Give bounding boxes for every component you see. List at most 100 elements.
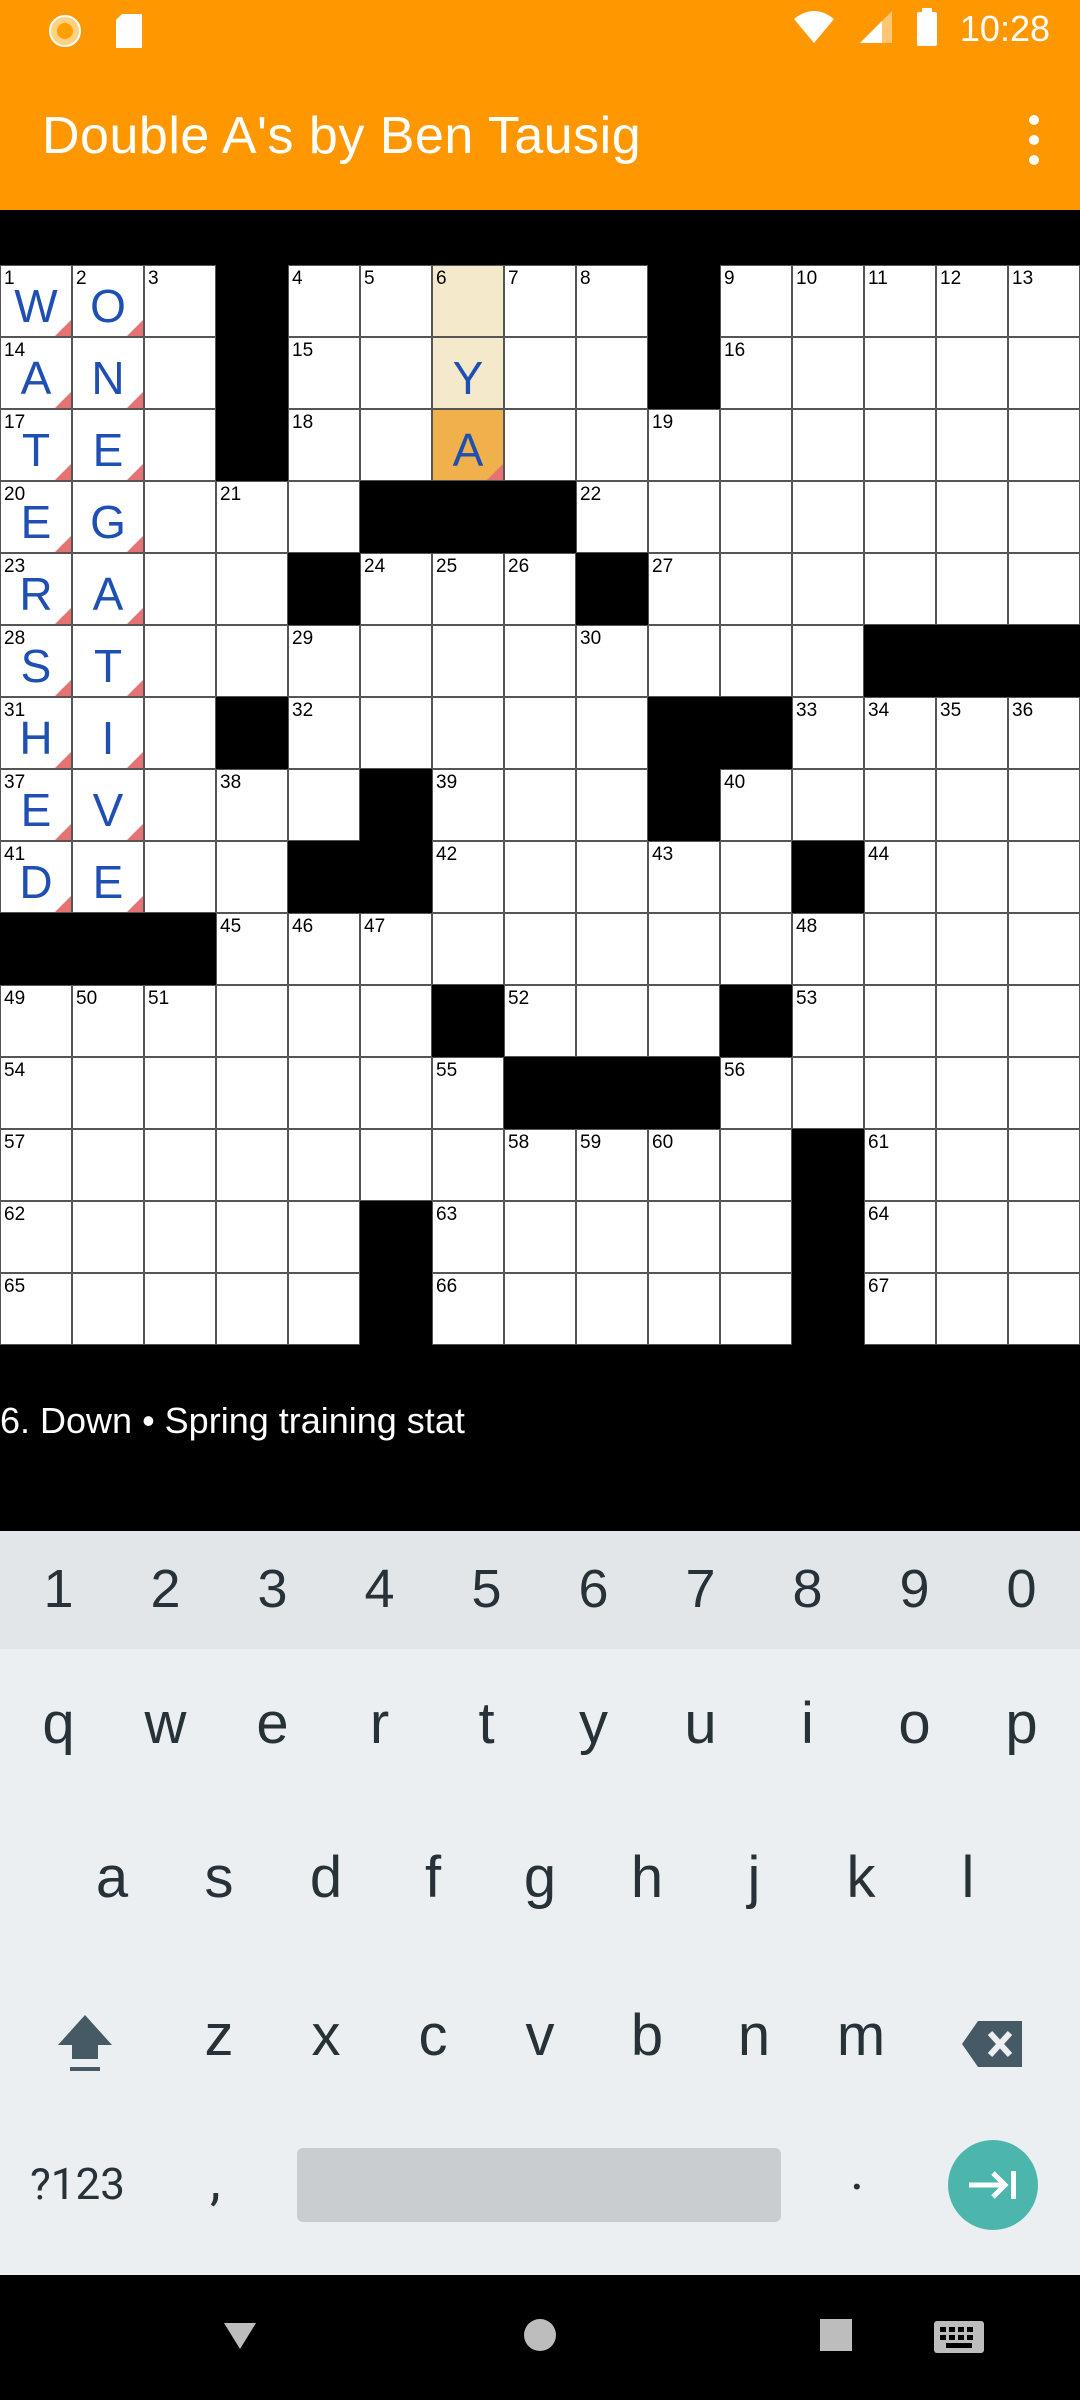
- grid-cell-r6-c5[interactable]: [360, 697, 432, 769]
- letter-key-l[interactable]: l: [915, 1827, 1022, 1927]
- back-icon[interactable]: [220, 2315, 260, 2359]
- grid-cell-r1-c12[interactable]: [864, 337, 936, 409]
- grid-cell-r10-c4[interactable]: [288, 985, 360, 1057]
- grid-cell-r11-c5[interactable]: [360, 1057, 432, 1129]
- grid-cell-r14-c13[interactable]: [936, 1273, 1008, 1345]
- grid-cell-r4-c11[interactable]: [792, 553, 864, 625]
- digit-key-7[interactable]: 7: [647, 1539, 754, 1639]
- grid-cell-r4-c6[interactable]: 25: [432, 553, 504, 625]
- grid-cell-r14-c9[interactable]: [648, 1273, 720, 1345]
- grid-cell-r9-c7[interactable]: [504, 913, 576, 985]
- grid-cell-r3-c9[interactable]: [648, 481, 720, 553]
- grid-cell-r5-c0[interactable]: 28 S: [0, 625, 72, 697]
- grid-cell-r2-c12[interactable]: [864, 409, 936, 481]
- grid-cell-r8-c3[interactable]: [216, 841, 288, 913]
- grid-cell-r13-c0[interactable]: 62: [0, 1201, 72, 1273]
- grid-cell-r1-c10[interactable]: 16: [720, 337, 792, 409]
- grid-cell-r4-c12[interactable]: [864, 553, 936, 625]
- grid-cell-r11-c4[interactable]: [288, 1057, 360, 1129]
- grid-cell-r13-c3[interactable]: [216, 1201, 288, 1273]
- grid-cell-r1-c7[interactable]: [504, 337, 576, 409]
- letter-key-c[interactable]: c: [380, 1985, 487, 2085]
- letter-key-d[interactable]: d: [273, 1827, 380, 1927]
- space-bar[interactable]: [297, 2148, 781, 2222]
- digit-key-4[interactable]: 4: [326, 1539, 433, 1639]
- grid-cell-r12-c14[interactable]: [1008, 1129, 1080, 1201]
- letter-key-y[interactable]: y: [540, 1673, 647, 1773]
- grid-cell-r6-c11[interactable]: 33: [792, 697, 864, 769]
- grid-cell-r2-c9[interactable]: 19: [648, 409, 720, 481]
- grid-cell-r12-c2[interactable]: [144, 1129, 216, 1201]
- grid-cell-r4-c5[interactable]: 24: [360, 553, 432, 625]
- period-key[interactable]: .: [850, 2140, 864, 2203]
- grid-cell-r5-c10[interactable]: [720, 625, 792, 697]
- grid-cell-r11-c13[interactable]: [936, 1057, 1008, 1129]
- grid-cell-r3-c14[interactable]: [1008, 481, 1080, 553]
- grid-cell-r5-c7[interactable]: [504, 625, 576, 697]
- grid-cell-r12-c1[interactable]: [72, 1129, 144, 1201]
- digit-key-8[interactable]: 8: [754, 1539, 861, 1639]
- grid-cell-r4-c10[interactable]: [720, 553, 792, 625]
- grid-cell-r10-c12[interactable]: [864, 985, 936, 1057]
- grid-cell-r10-c13[interactable]: [936, 985, 1008, 1057]
- digit-key-3[interactable]: 3: [219, 1539, 326, 1639]
- digit-key-6[interactable]: 6: [540, 1539, 647, 1639]
- letter-key-p[interactable]: p: [968, 1673, 1075, 1773]
- letter-key-m[interactable]: m: [808, 1985, 915, 2085]
- grid-cell-r6-c13[interactable]: 35: [936, 697, 1008, 769]
- grid-cell-r2-c10[interactable]: [720, 409, 792, 481]
- grid-cell-r7-c2[interactable]: [144, 769, 216, 841]
- grid-cell-r3-c8[interactable]: 22: [576, 481, 648, 553]
- grid-cell-r11-c14[interactable]: [1008, 1057, 1080, 1129]
- grid-cell-r8-c13[interactable]: [936, 841, 1008, 913]
- grid-cell-r7-c10[interactable]: 40: [720, 769, 792, 841]
- grid-cell-r1-c2[interactable]: [144, 337, 216, 409]
- overflow-menu-icon[interactable]: [1014, 110, 1054, 170]
- grid-cell-r11-c2[interactable]: [144, 1057, 216, 1129]
- letter-key-e[interactable]: e: [219, 1673, 326, 1773]
- grid-cell-r6-c0[interactable]: 31 H: [0, 697, 72, 769]
- grid-cell-r11-c10[interactable]: 56: [720, 1057, 792, 1129]
- grid-cell-r12-c6[interactable]: [432, 1129, 504, 1201]
- letter-key-n[interactable]: n: [701, 1985, 808, 2085]
- grid-cell-r9-c13[interactable]: [936, 913, 1008, 985]
- grid-cell-r3-c10[interactable]: [720, 481, 792, 553]
- home-icon[interactable]: [520, 2315, 560, 2359]
- grid-cell-r14-c10[interactable]: [720, 1273, 792, 1345]
- grid-cell-r9-c10[interactable]: [720, 913, 792, 985]
- grid-cell-r8-c1[interactable]: E: [72, 841, 144, 913]
- grid-cell-r1-c14[interactable]: [1008, 337, 1080, 409]
- grid-cell-r7-c11[interactable]: [792, 769, 864, 841]
- grid-cell-r6-c1[interactable]: I: [72, 697, 144, 769]
- digit-key-1[interactable]: 1: [5, 1539, 112, 1639]
- grid-cell-r10-c0[interactable]: 49: [0, 985, 72, 1057]
- grid-cell-r4-c7[interactable]: 26: [504, 553, 576, 625]
- digit-key-9[interactable]: 9: [861, 1539, 968, 1639]
- letter-key-r[interactable]: r: [326, 1673, 433, 1773]
- grid-cell-r5-c4[interactable]: 29: [288, 625, 360, 697]
- grid-cell-r13-c2[interactable]: [144, 1201, 216, 1273]
- grid-cell-r8-c7[interactable]: [504, 841, 576, 913]
- grid-cell-r10-c1[interactable]: 50: [72, 985, 144, 1057]
- crossword-grid[interactable]: 1 W 2 O 3 4 5 6 7 8 9 10 11 12 13 14 A N 15 Y 16 17 T E 18 A 19 20 E…: [0, 265, 1080, 1345]
- grid-cell-r12-c8[interactable]: 59: [576, 1129, 648, 1201]
- grid-cell-r0-c12[interactable]: 11: [864, 265, 936, 337]
- grid-cell-r10-c3[interactable]: [216, 985, 288, 1057]
- grid-cell-r5-c9[interactable]: [648, 625, 720, 697]
- grid-cell-r9-c11[interactable]: 48: [792, 913, 864, 985]
- grid-cell-r7-c0[interactable]: 37 E: [0, 769, 72, 841]
- grid-cell-r0-c13[interactable]: 12: [936, 265, 1008, 337]
- grid-cell-r0-c10[interactable]: 9: [720, 265, 792, 337]
- keyboard-switch-icon[interactable]: [932, 2317, 986, 2361]
- grid-cell-r14-c0[interactable]: 65: [0, 1273, 72, 1345]
- grid-cell-r3-c2[interactable]: [144, 481, 216, 553]
- comma-key[interactable]: ,: [210, 2150, 221, 2213]
- grid-cell-r12-c10[interactable]: [720, 1129, 792, 1201]
- grid-cell-r0-c2[interactable]: 3: [144, 265, 216, 337]
- grid-cell-r0-c6[interactable]: 6: [432, 265, 504, 337]
- grid-cell-r0-c11[interactable]: 10: [792, 265, 864, 337]
- grid-cell-r12-c13[interactable]: [936, 1129, 1008, 1201]
- grid-cell-r11-c3[interactable]: [216, 1057, 288, 1129]
- grid-cell-r3-c3[interactable]: 21: [216, 481, 288, 553]
- grid-cell-r10-c9[interactable]: [648, 985, 720, 1057]
